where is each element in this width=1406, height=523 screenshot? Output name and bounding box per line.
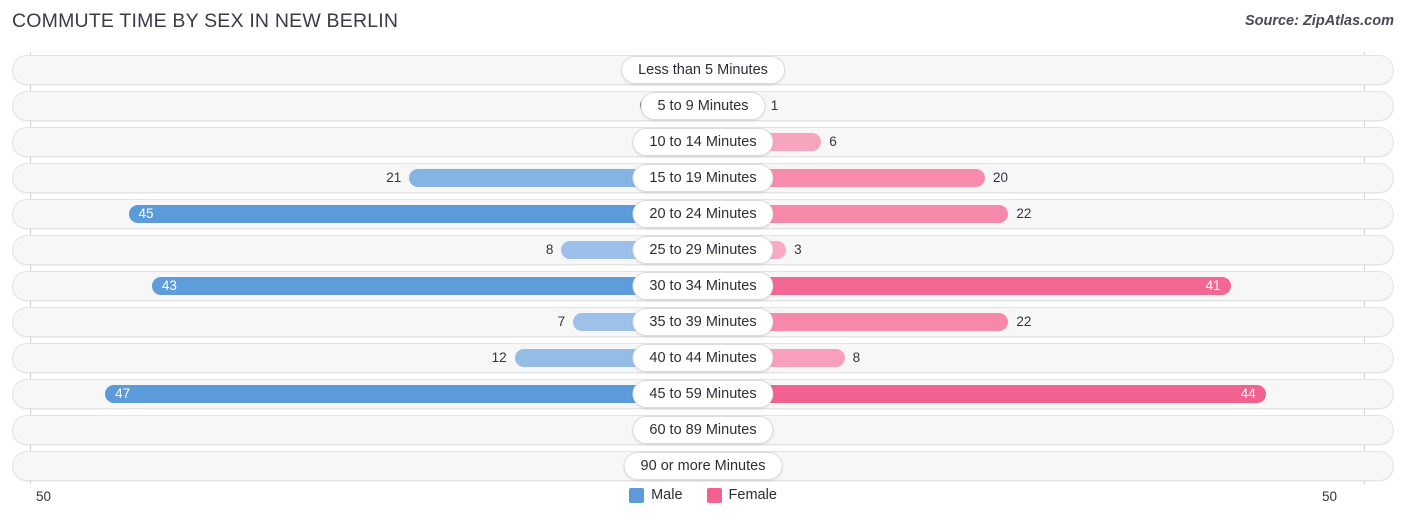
value-label-male: 21: [386, 170, 402, 185]
category-label: 90 or more Minutes: [623, 452, 783, 480]
bar-male[interactable]: 43: [151, 277, 703, 295]
value-label-female: 8: [852, 350, 861, 365]
category-label: 35 to 39 Minutes: [632, 308, 774, 336]
value-label-male: 12: [491, 350, 507, 365]
value-label-male: 45: [138, 206, 154, 221]
bar-row: 21 20 15 to 19 Minutes: [12, 160, 1394, 196]
value-label-male: 47: [115, 386, 131, 401]
bar-row: 1090 or more Minutes: [12, 448, 1394, 484]
bar-female[interactable]: 44: [703, 385, 1266, 403]
value-label-female: 1: [770, 98, 779, 113]
legend-item[interactable]: Female: [706, 487, 777, 503]
chart-page: COMMUTE TIME BY SEX IN NEW BERLIN Source…: [0, 0, 1406, 523]
category-label: 30 to 34 Minutes: [632, 272, 774, 300]
legend: Male Female: [0, 487, 1406, 503]
value-label-female: 6: [829, 134, 837, 149]
legend-item[interactable]: Male: [629, 487, 683, 503]
value-label-male: 7: [557, 314, 566, 329]
value-label-female: 44: [1240, 386, 1256, 401]
bar-row: 00Less than 5 Minutes: [12, 52, 1394, 88]
value-label-female: 3: [794, 242, 802, 257]
plot-area: 00Less than 5 Minutes015 to 9 Minutes061…: [12, 52, 1394, 484]
bar-male[interactable]: 47: [105, 385, 703, 403]
value-label-female: 22: [1016, 206, 1032, 221]
category-label: 20 to 24 Minutes: [632, 200, 774, 228]
category-label: 25 to 29 Minutes: [632, 236, 774, 264]
page-title: COMMUTE TIME BY SEX IN NEW BERLIN: [12, 10, 399, 32]
category-label: 60 to 89 Minutes: [632, 416, 774, 444]
bar-row: 43 41 30 to 34 Minutes: [12, 268, 1394, 304]
category-label: 10 to 14 Minutes: [632, 128, 774, 156]
category-label: 40 to 44 Minutes: [632, 344, 774, 372]
bar-row: 8 3 25 to 29 Minutes: [12, 232, 1394, 268]
bar-male[interactable]: 45: [128, 205, 703, 223]
legend-swatch-icon: [706, 487, 722, 503]
legend-label: Male: [651, 487, 683, 503]
bar-row: 0060 to 89 Minutes: [12, 412, 1394, 448]
bar-female[interactable]: 41: [703, 277, 1231, 295]
value-label-female: 41: [1205, 278, 1221, 293]
bar-row: 47 44 45 to 59 Minutes: [12, 376, 1394, 412]
bar-rows: 00Less than 5 Minutes015 to 9 Minutes061…: [12, 52, 1394, 484]
value-label-female: 20: [993, 170, 1009, 185]
bar-row: 45 22 20 to 24 Minutes: [12, 196, 1394, 232]
category-label: 5 to 9 Minutes: [640, 92, 766, 120]
category-label: Less than 5 Minutes: [621, 56, 785, 84]
value-label-female: 22: [1016, 314, 1032, 329]
bar-row: 7 22 35 to 39 Minutes: [12, 304, 1394, 340]
category-label: 15 to 19 Minutes: [632, 164, 774, 192]
value-label-male: 43: [161, 278, 177, 293]
value-label-male: 8: [545, 242, 554, 257]
source-attribution: Source: ZipAtlas.com: [1244, 13, 1394, 29]
category-label: 45 to 59 Minutes: [632, 380, 774, 408]
bar-row: 0610 to 14 Minutes: [12, 124, 1394, 160]
bar-row: 015 to 9 Minutes: [12, 88, 1394, 124]
legend-label: Female: [728, 487, 777, 503]
bar-row: 12 8 40 to 44 Minutes: [12, 340, 1394, 376]
legend-swatch-icon: [629, 487, 645, 503]
